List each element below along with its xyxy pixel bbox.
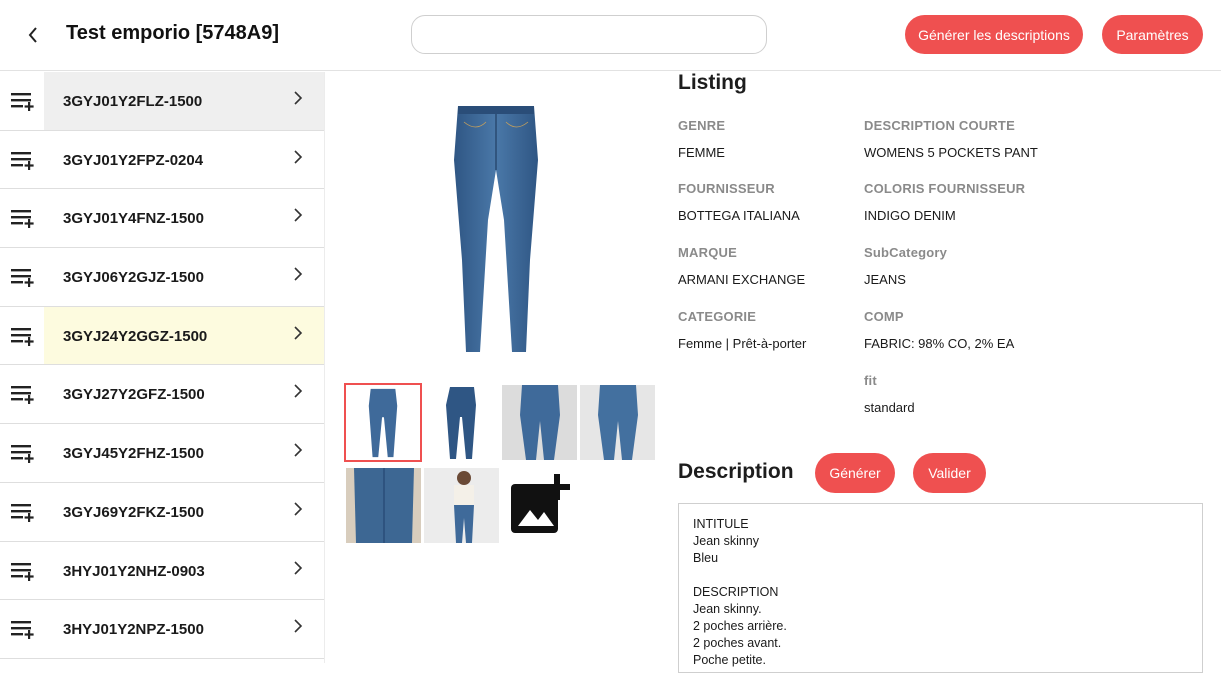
playlist-add-icon[interactable] — [11, 443, 35, 464]
list-item-sku: 3GYJ24Y2GGZ-1500 — [63, 327, 208, 345]
description-textarea[interactable]: INTITULE Jean skinny Bleu DESCRIPTION Je… — [678, 503, 1203, 673]
composition-label: COMP — [864, 309, 904, 324]
supplier-value: BOTTEGA ITALIANA — [678, 208, 800, 223]
thumbnail-4[interactable] — [580, 385, 655, 460]
brand-label: MARQUE — [678, 245, 737, 260]
list-item-sku: 3GYJ69Y2FKZ-1500 — [63, 503, 204, 521]
playlist-add-icon[interactable] — [11, 326, 35, 346]
playlist-add-icon[interactable] — [11, 208, 35, 229]
chevron-right-icon — [293, 382, 303, 405]
list-item[interactable]: 3GYJ24Y2GGZ-1500 — [0, 306, 324, 366]
brand-value: ARMANI EXCHANGE — [678, 272, 806, 287]
list-item-sku: 3HYJ01Y2NPZ-1500 — [63, 621, 204, 639]
thumbnail-2[interactable] — [424, 385, 499, 460]
chevron-right-icon — [293, 617, 303, 640]
thumbnail-3[interactable] — [502, 385, 577, 460]
genre-value: FEMME — [678, 145, 725, 160]
subcategory-label: SubCategory — [864, 245, 948, 260]
supplier-color-value: INDIGO DENIM — [864, 208, 956, 223]
description-title: Description — [678, 460, 794, 483]
list-item-sku: 3GYJ01Y4FNZ-1500 — [63, 210, 204, 228]
playlist-add-icon[interactable] — [11, 150, 35, 170]
thumbnail-6[interactable] — [424, 468, 499, 543]
playlist-add-icon[interactable] — [11, 91, 35, 111]
list-item[interactable]: 3HYJ01Y2NPZ-1500 — [0, 600, 324, 659]
validate-button[interactable]: Valider — [913, 453, 986, 493]
list-item-sku: 3HYJ01Y2NHZ-0903 — [63, 562, 205, 580]
listing-title: Listing — [678, 71, 747, 94]
playlist-add-icon[interactable] — [11, 502, 35, 522]
chevron-right-icon — [293, 89, 303, 112]
category-value: Femme | Prêt-à-porter — [678, 336, 807, 351]
list-item[interactable]: 3GYJ01Y4FNZ-1500 — [0, 189, 324, 249]
chevron-right-icon — [293, 206, 303, 229]
subcategory-value: JEANS — [864, 272, 906, 287]
playlist-add-icon[interactable] — [11, 619, 35, 640]
add-photo-icon[interactable] — [510, 474, 572, 536]
list-item[interactable]: 3GYJ01Y2FLZ-1500 — [0, 72, 324, 131]
list-item[interactable]: 3GYJ27Y2GFZ-1500 — [0, 365, 324, 425]
list-item[interactable]: 3GYJ06Y2GJZ-1500 — [0, 248, 324, 307]
search-input[interactable] — [411, 15, 767, 54]
generate-descriptions-button[interactable]: Générer les descriptions — [905, 15, 1083, 54]
short-description-label: DESCRIPTION COURTE — [864, 118, 1015, 133]
settings-button[interactable]: Paramètres — [1102, 15, 1203, 54]
chevron-right-icon — [293, 500, 303, 523]
fit-label: fit — [864, 373, 877, 388]
list-item[interactable]: 3GYJ69Y2FKZ-1500 — [0, 483, 324, 542]
chevron-right-icon — [293, 148, 303, 171]
fit-value: standard — [864, 400, 915, 415]
generate-button[interactable]: Générer — [815, 453, 895, 493]
chevron-right-icon — [293, 559, 303, 582]
composition-value: FABRIC: 98% CO, 2% EA — [864, 336, 1015, 351]
list-item-sku: 3GYJ01Y2FPZ-0204 — [63, 151, 204, 169]
thumbnail-5[interactable] — [346, 468, 421, 543]
playlist-add-icon[interactable] — [11, 384, 35, 405]
genre-label: GENRE — [678, 118, 726, 133]
list-item[interactable]: 3GYJ01Y2FPZ-0204 — [0, 131, 324, 190]
chevron-right-icon — [293, 265, 303, 288]
playlist-add-icon[interactable] — [11, 267, 35, 288]
chevron-right-icon — [293, 324, 303, 347]
product-list: 3GYJ01Y2FLZ-1500 3GYJ01Y2FPZ-0204 3GYJ01Y4… — [0, 72, 325, 663]
list-item[interactable]: 3HYJ01Y2NHZ-0903 — [0, 542, 324, 601]
product-main-image — [446, 100, 546, 358]
list-item-sku: 3GYJ45Y2FHZ-1500 — [63, 445, 204, 463]
list-item-sku: 3GYJ27Y2GFZ-1500 — [63, 386, 205, 404]
short-description-value: WOMENS 5 POCKETS PANT — [864, 145, 1038, 160]
chevron-right-icon — [293, 441, 303, 464]
list-item-sku: 3GYJ01Y2FLZ-1500 — [63, 93, 203, 110]
list-item-sku: 3GYJ06Y2GJZ-1500 — [63, 269, 204, 287]
category-label: CATEGORIE — [678, 309, 757, 324]
page-title: Test emporio [5748A9] — [66, 22, 280, 44]
supplier-label: FOURNISSEUR — [678, 181, 775, 196]
list-item[interactable]: 3GYJ45Y2FHZ-1500 — [0, 424, 324, 483]
back-chevron-icon[interactable] — [26, 22, 42, 48]
playlist-add-icon[interactable] — [11, 561, 35, 581]
supplier-color-label: COLORIS FOURNISSEUR — [864, 181, 1026, 196]
top-bar: Test emporio [5748A9] Générer les descri… — [0, 0, 1221, 71]
thumbnail-1[interactable] — [344, 383, 422, 462]
